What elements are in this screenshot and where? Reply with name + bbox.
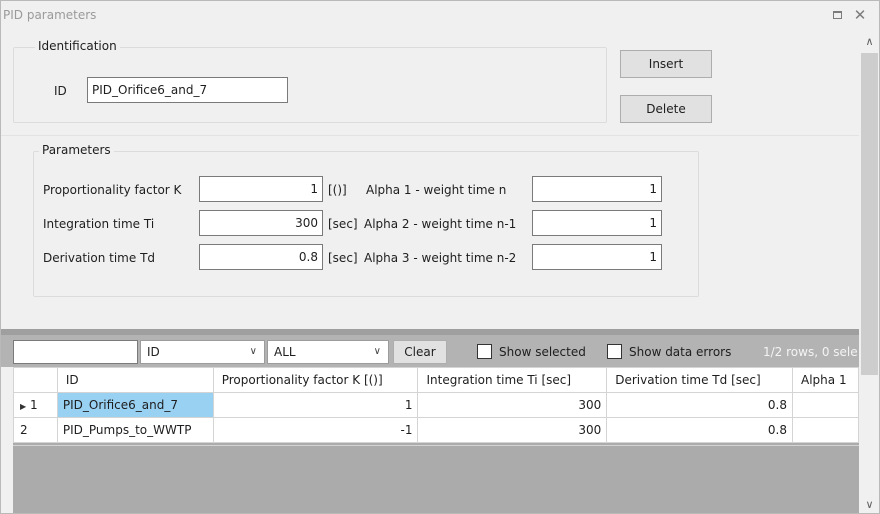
alpha-1-cell[interactable] — [792, 417, 859, 443]
column-header-proportionality-factor[interactable]: Proportionality factor K [()] — [212, 367, 419, 393]
row-number-cell[interactable]: ▶ 1 — [13, 392, 58, 418]
derivation-time-cell[interactable]: 0.8 — [606, 417, 794, 443]
filter-search-input[interactable] — [13, 340, 138, 364]
row-count-status: 1/2 rows, 0 sele — [763, 345, 858, 359]
row-header-corner — [13, 367, 58, 393]
identification-group-title: Identification — [35, 39, 120, 53]
scrollbar-thumb[interactable] — [861, 53, 878, 375]
alpha-2-field[interactable]: 1 — [532, 210, 662, 236]
derivation-time-cell[interactable]: 0.8 — [606, 392, 794, 418]
alpha-3-label: Alpha 3 - weight time n-2 — [364, 251, 517, 265]
table-row[interactable]: 2 PID_Pumps_to_WWTP -1 300 0.8 — [13, 417, 859, 443]
id-field[interactable]: PID_Orifice6_and_7 — [87, 77, 288, 103]
filter-toolbar: ID ∨ ALL ∨ Clear Show selected Show data… — [1, 335, 859, 367]
proportionality-factor-cell[interactable]: 1 — [212, 392, 419, 418]
alpha-1-label: Alpha 1 - weight time n — [366, 183, 507, 197]
pid-parameters-window: PID parameters ✕ Identification ID PID_O… — [0, 0, 880, 514]
id-label: ID — [54, 84, 67, 98]
alpha-1-field[interactable]: 1 — [532, 176, 662, 202]
row-number-cell[interactable]: 2 — [13, 417, 58, 443]
table-row[interactable]: ▶ 1 PID_Orifice6_and_7 1 300 0.8 — [13, 392, 859, 418]
grid-empty-area — [13, 445, 859, 446]
show-selected-checkbox[interactable] — [477, 344, 492, 359]
proportionality-factor-unit: [()] — [328, 183, 347, 197]
derivation-time-unit: [sec] — [328, 251, 358, 265]
content-area: Identification ID PID_Orifice6_and_7 Ins… — [1, 31, 859, 513]
row-number: 2 — [20, 423, 28, 437]
table-header-row: ID Proportionality factor K [()] Integra… — [13, 367, 859, 393]
chevron-down-icon: ∨ — [373, 346, 381, 357]
proportionality-factor-label: Proportionality factor K — [43, 183, 182, 197]
filter-scope-select[interactable]: ALL ∨ — [267, 340, 389, 364]
chevron-down-icon: ∨ — [249, 346, 257, 357]
window-title: PID parameters — [3, 8, 97, 22]
alpha-3-field[interactable]: 1 — [532, 244, 662, 270]
close-icon[interactable]: ✕ — [850, 5, 870, 25]
section-divider — [1, 135, 859, 136]
integration-time-cell[interactable]: 300 — [417, 417, 608, 443]
filter-field-value: ID — [147, 345, 160, 359]
parameters-group-title: Parameters — [39, 143, 114, 157]
derivation-time-label: Derivation time Td — [43, 251, 156, 265]
delete-button[interactable]: Delete — [620, 95, 712, 123]
alpha-2-label: Alpha 2 - weight time n-1 — [364, 217, 517, 231]
insert-button[interactable]: Insert — [620, 50, 712, 78]
show-data-errors-checkbox[interactable] — [607, 344, 622, 359]
filter-scope-value: ALL — [274, 345, 296, 359]
data-grid: ID Proportionality factor K [()] Integra… — [13, 367, 859, 513]
proportionality-factor-field[interactable]: 1 — [199, 176, 323, 202]
filter-field-select[interactable]: ID ∨ — [140, 340, 265, 364]
id-cell[interactable]: PID_Orifice6_and_7 — [56, 392, 214, 418]
show-data-errors-label: Show data errors — [629, 345, 732, 359]
integration-time-field[interactable]: 300 — [199, 210, 323, 236]
chevron-down-icon[interactable]: ∨ — [859, 497, 879, 513]
maximize-icon[interactable] — [827, 5, 847, 25]
chevron-up-icon[interactable]: ∧ — [859, 34, 879, 50]
alpha-1-cell[interactable] — [792, 392, 859, 418]
integration-time-unit: [sec] — [328, 217, 358, 231]
id-cell[interactable]: PID_Pumps_to_WWTP — [56, 417, 214, 443]
integration-time-label: Integration time Ti — [43, 217, 155, 231]
derivation-time-field[interactable]: 0.8 — [199, 244, 323, 270]
column-header-id[interactable]: ID — [56, 367, 214, 393]
integration-time-cell[interactable]: 300 — [417, 392, 608, 418]
show-selected-label: Show selected — [499, 345, 586, 359]
column-header-integration-time[interactable]: Integration time Ti [sec] — [417, 367, 608, 393]
proportionality-factor-cell[interactable]: -1 — [212, 417, 419, 443]
vertical-scrollbar[interactable]: ∧ ∨ — [859, 31, 879, 513]
row-number: 1 — [29, 398, 38, 412]
column-header-alpha-1[interactable]: Alpha 1 — [792, 367, 859, 393]
column-header-derivation-time[interactable]: Derivation time Td [sec] — [606, 367, 794, 393]
title-bar: PID parameters ✕ — [1, 1, 879, 31]
row-pointer-icon: ▶ — [20, 402, 27, 411]
clear-button[interactable]: Clear — [393, 340, 447, 364]
